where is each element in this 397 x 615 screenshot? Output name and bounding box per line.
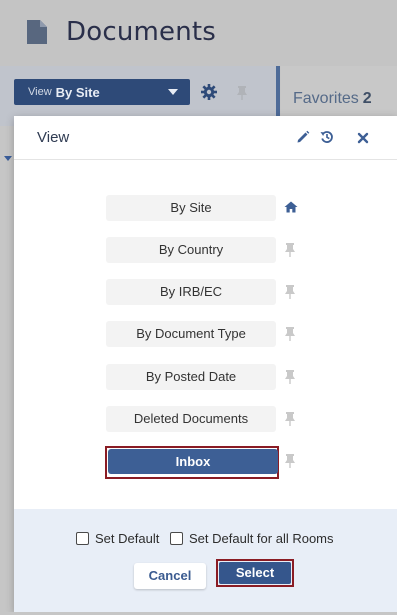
pin-icon[interactable]: [284, 411, 296, 432]
document-icon: [26, 19, 48, 50]
pencil-icon[interactable]: [296, 130, 310, 149]
view-dropdown[interactable]: View By Site: [14, 79, 190, 105]
home-icon[interactable]: [284, 200, 298, 218]
cancel-button[interactable]: Cancel: [134, 563, 206, 589]
set-default-label[interactable]: Set Default: [95, 531, 159, 546]
modal-footer: Set Default Set Default for all Rooms Ca…: [14, 509, 397, 612]
chevron-down-icon: [168, 89, 178, 95]
page-header: Documents: [0, 0, 397, 67]
pin-icon[interactable]: [284, 284, 296, 305]
view-modal: View By Site By Country By IRB/EC By Doc…: [14, 116, 397, 612]
page-title: Documents: [66, 17, 217, 47]
pin-icon[interactable]: [284, 369, 296, 390]
set-default-option[interactable]: Set Default: [76, 531, 159, 546]
view-dropdown-value: By Site: [55, 84, 100, 100]
view-option-by-document-type[interactable]: By Document Type: [106, 321, 276, 347]
favorites-count: 2: [362, 90, 372, 107]
modal-header: View: [14, 116, 397, 160]
view-option-inbox[interactable]: Inbox: [108, 449, 278, 474]
modal-title: View: [37, 129, 70, 146]
pin-icon[interactable]: [284, 453, 296, 474]
history-icon[interactable]: [320, 130, 334, 149]
pin-icon[interactable]: [284, 326, 296, 347]
favorites-label: Favorites: [293, 90, 359, 107]
set-default-all-rooms-checkbox[interactable]: [170, 532, 183, 545]
set-default-checkbox[interactable]: [76, 532, 89, 545]
set-default-all-rooms-label[interactable]: Set Default for all Rooms: [189, 531, 334, 546]
gear-icon[interactable]: [201, 84, 217, 105]
view-option-by-site[interactable]: By Site: [106, 195, 276, 221]
view-option-by-irb-ec[interactable]: By IRB/EC: [106, 279, 276, 305]
set-default-all-rooms-option[interactable]: Set Default for all Rooms: [170, 531, 334, 546]
favorites-tab-label[interactable]: Favorites 2: [293, 90, 372, 108]
close-icon[interactable]: [357, 131, 369, 149]
chevron-down-icon: [4, 156, 12, 161]
pin-icon[interactable]: [284, 242, 296, 263]
view-option-by-posted-date[interactable]: By Posted Date: [106, 364, 276, 390]
view-option-by-country[interactable]: By Country: [106, 237, 276, 263]
select-button[interactable]: Select: [219, 562, 291, 584]
view-dropdown-prefix: View: [28, 86, 52, 98]
view-option-deleted-documents[interactable]: Deleted Documents: [106, 406, 276, 432]
pin-icon[interactable]: [236, 85, 248, 106]
